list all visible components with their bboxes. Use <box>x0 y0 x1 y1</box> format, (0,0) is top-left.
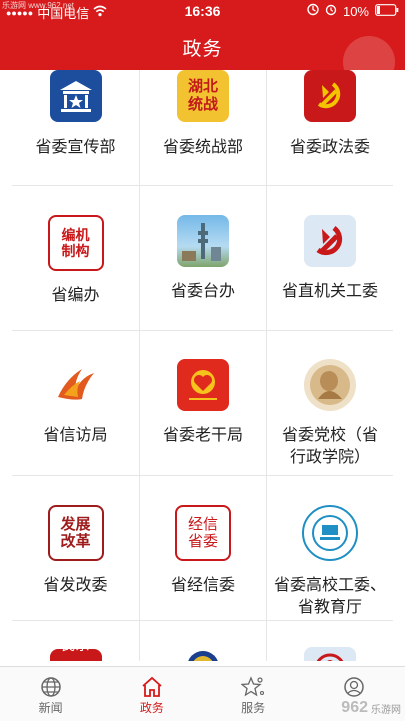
department-grid: 省委宣传部 湖北统战 省委统战部 省委政法委 编机制构 省编办 省委台办 省直机… <box>12 70 393 661</box>
bottom-tab-bar: 新闻 政务 服务 962 乐游网 <box>0 666 405 721</box>
police-emblem-icon <box>177 647 229 661</box>
grid-item-label: 省委台办 <box>170 283 235 300</box>
status-bar: 乐游网 www.962.net ●●●●● 中国电信 16:36 10% <box>0 0 405 22</box>
portrait-relief-icon <box>304 359 356 411</box>
grid-item-label: 省发改委 <box>43 577 108 594</box>
watermark-small: 乐游网 <box>371 704 401 716</box>
grid-item-petitions-bureau[interactable]: 省信访局 <box>12 331 139 475</box>
tab-news[interactable]: 新闻 <box>0 667 101 721</box>
lock-icon <box>307 3 319 19</box>
icon-text: 湖北统战 <box>187 78 218 113</box>
grid-item-organs-work-committee[interactable]: 省直机关工委 <box>266 186 393 330</box>
grid-item-partial[interactable]: 民宗 <box>12 621 139 661</box>
ethnic-affairs-icon: 民宗 <box>49 637 102 661</box>
flame-logo-icon <box>49 359 102 411</box>
grid-item-label: 省委政法委 <box>289 139 370 156</box>
grid-item-label: 省编办 <box>51 287 100 304</box>
heart-emblem-icon <box>177 359 229 411</box>
battery-icon <box>375 3 399 19</box>
watermark-big: 962 <box>341 699 368 716</box>
grid-item-economy-it[interactable]: 经信省委 省经信委 <box>139 476 266 620</box>
grid-item-united-front[interactable]: 湖北统战 省委统战部 <box>139 70 266 185</box>
seal-icon: 编机制构 <box>47 215 104 271</box>
user-icon <box>344 677 365 697</box>
grid-row: 省信访局 省委老干局 省委党校（省行政学院） <box>12 331 393 476</box>
hammer-sickle-icon <box>304 215 356 267</box>
grid-row: 发展改革 省发改委 经信省委 省经信委 省委高校工委、省教育厅 <box>12 476 393 621</box>
grid-item-partial[interactable] <box>266 621 393 661</box>
watermark: 962 乐游网 <box>341 699 401 717</box>
grid-item-label: 省直机关工委 <box>281 283 378 300</box>
status-right: 10% <box>307 3 399 19</box>
grid-item-label: 省委党校（省行政学院） <box>281 427 378 466</box>
globe-icon <box>40 677 61 697</box>
seal-icon: 经信省委 <box>175 505 231 561</box>
tab-label: 服务 <box>241 701 266 715</box>
icon-text: 编机制构 <box>61 227 90 259</box>
header-bar: 政务 <box>0 22 405 88</box>
united-front-icon: 湖北统战 <box>177 70 229 122</box>
grid-row: 民宗 <box>12 621 393 661</box>
city-skyline-icon <box>177 215 229 267</box>
grid-item-staffing-office[interactable]: 编机制构 省编办 <box>12 186 139 330</box>
icon-text: 民宗 <box>61 637 90 653</box>
people-emblem-icon <box>304 647 356 661</box>
battery-label: 10% <box>342 3 369 19</box>
grid-item-label: 省经信委 <box>170 577 235 594</box>
grid-item-education[interactable]: 省委高校工委、省教育厅 <box>266 476 393 620</box>
grid-item-veteran-cadres[interactable]: 省委老干局 <box>139 331 266 475</box>
icon-text: 发展改革 <box>60 516 91 550</box>
grid-item-propaganda[interactable]: 省委宣传部 <box>12 70 139 185</box>
home-icon <box>142 676 162 697</box>
grid-item-political-legal[interactable]: 省委政法委 <box>266 70 393 185</box>
alarm-icon <box>325 3 337 19</box>
building-star-icon <box>49 70 102 122</box>
star-icon <box>241 676 265 697</box>
grid-item-partial[interactable] <box>139 621 266 661</box>
tab-label: 政务 <box>139 701 164 715</box>
tab-services[interactable]: 服务 <box>203 667 304 721</box>
grid-item-label: 省委统战部 <box>162 139 243 156</box>
party-emblem-icon <box>304 70 356 122</box>
grid-item-label: 省委老干局 <box>162 427 243 444</box>
grid-item-development-reform[interactable]: 发展改革 省发改委 <box>12 476 139 620</box>
tab-government[interactable]: 政务 <box>101 667 202 721</box>
grid-row: 省委宣传部 湖北统战 省委统战部 省委政法委 <box>12 70 393 186</box>
grid-item-taiwan-office[interactable]: 省委台办 <box>139 186 266 330</box>
education-emblem-icon <box>302 505 358 561</box>
tab-label: 新闻 <box>38 701 63 715</box>
grid-row: 编机制构 省编办 省委台办 省直机关工委 <box>12 186 393 331</box>
grid-item-label: 省信访局 <box>43 427 108 444</box>
grid-item-label: 省委宣传部 <box>35 139 116 156</box>
icon-text: 经信省委 <box>187 516 218 550</box>
grid-item-party-school[interactable]: 省委党校（省行政学院） <box>266 331 393 475</box>
seal-icon: 发展改革 <box>47 505 104 561</box>
grid-item-label: 省委高校工委、省教育厅 <box>274 577 387 616</box>
